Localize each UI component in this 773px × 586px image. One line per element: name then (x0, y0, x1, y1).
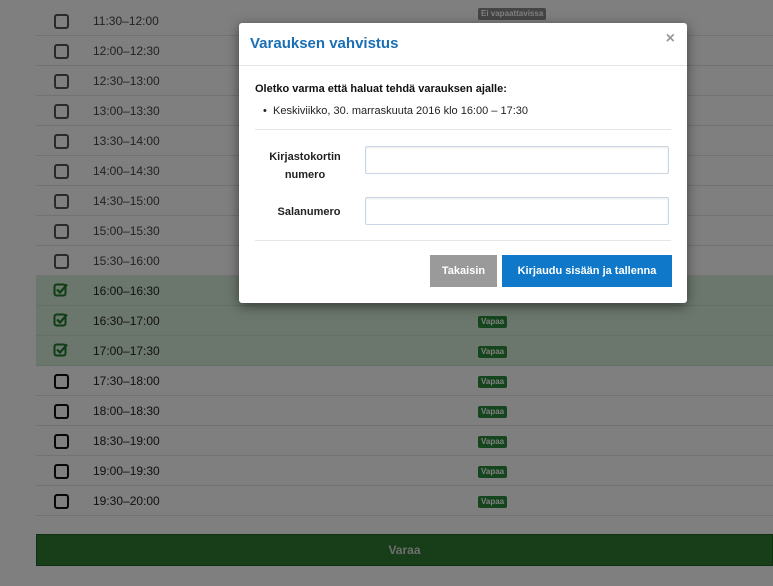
slot-description: Keskiviikko, 30. marraskuuta 2016 klo 16… (273, 105, 528, 117)
dialog-header: Varauksen vahvistus × (239, 23, 687, 66)
dialog-title: Varauksen vahvistus (250, 35, 399, 52)
back-button[interactable]: Takaisin (430, 255, 497, 287)
card-number-label: Kirjastokortin numero (259, 148, 351, 184)
pin-label: Salanumero (277, 206, 341, 218)
card-number-label-line1: Kirjastokortin (269, 151, 341, 163)
close-icon[interactable]: × (666, 30, 675, 48)
card-number-label-line2: numero (284, 169, 326, 181)
confirmation-dialog: Varauksen vahvistus × Oletko varma että … (239, 23, 687, 303)
divider (255, 240, 671, 241)
selected-slot-text: • Keskiviikko, 30. marraskuuta 2016 klo … (263, 105, 528, 117)
pin-input[interactable] (365, 197, 669, 225)
divider (255, 129, 671, 130)
login-save-button[interactable]: Kirjaudu sisään ja tallenna (502, 255, 672, 287)
confirm-question: Oletko varma että haluat tehdä varauksen… (255, 83, 507, 95)
bullet: • (263, 105, 267, 117)
card-number-input[interactable] (365, 146, 669, 174)
